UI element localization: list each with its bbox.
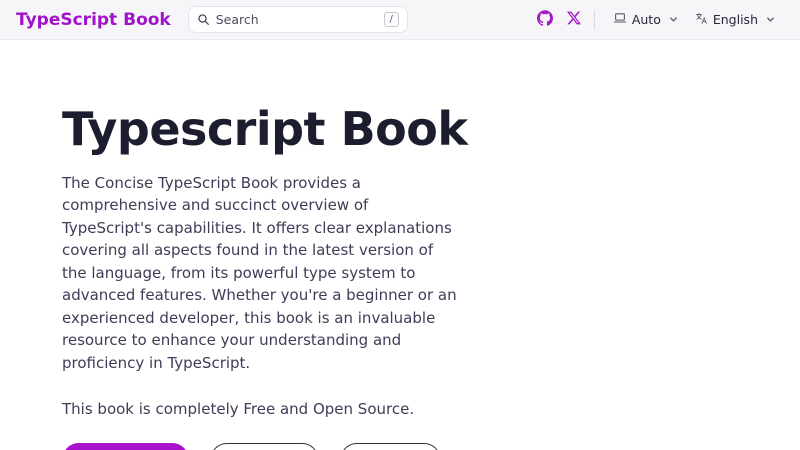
language-label: English: [713, 12, 758, 27]
hero-actions: Read now! → GitHub X.com: [62, 443, 800, 450]
language-menu[interactable]: English: [687, 12, 784, 28]
search-icon: [197, 13, 210, 26]
read-now-button[interactable]: Read now! →: [62, 443, 189, 450]
x-link[interactable]: [560, 10, 588, 29]
x-icon: [567, 10, 581, 29]
chevron-down-icon: [668, 14, 679, 25]
site-logo[interactable]: TypeScript Book: [16, 10, 171, 30]
appearance-toggle[interactable]: Auto: [605, 11, 687, 28]
github-link[interactable]: [530, 10, 560, 30]
search-box[interactable]: /: [188, 6, 408, 33]
header-actions: Auto English: [530, 10, 784, 30]
hero-section: Typescript Book The Concise TypeScript B…: [0, 40, 800, 450]
github-icon: [537, 10, 553, 30]
laptop-icon: [613, 11, 627, 28]
search-input[interactable]: [216, 12, 384, 27]
appearance-label: Auto: [632, 12, 661, 27]
translate-icon: [695, 12, 708, 28]
page-title: Typescript Book: [62, 104, 800, 155]
search-shortcut-key: /: [384, 12, 399, 27]
github-button[interactable]: GitHub: [210, 443, 319, 450]
nav-divider: [594, 10, 595, 30]
hero-description: The Concise TypeScript Book provides a c…: [62, 172, 462, 375]
hero-tagline: This book is completely Free and Open So…: [62, 398, 800, 421]
chevron-down-icon: [765, 14, 776, 25]
top-nav: TypeScript Book /: [0, 0, 800, 40]
x-com-button[interactable]: X.com: [340, 443, 442, 450]
